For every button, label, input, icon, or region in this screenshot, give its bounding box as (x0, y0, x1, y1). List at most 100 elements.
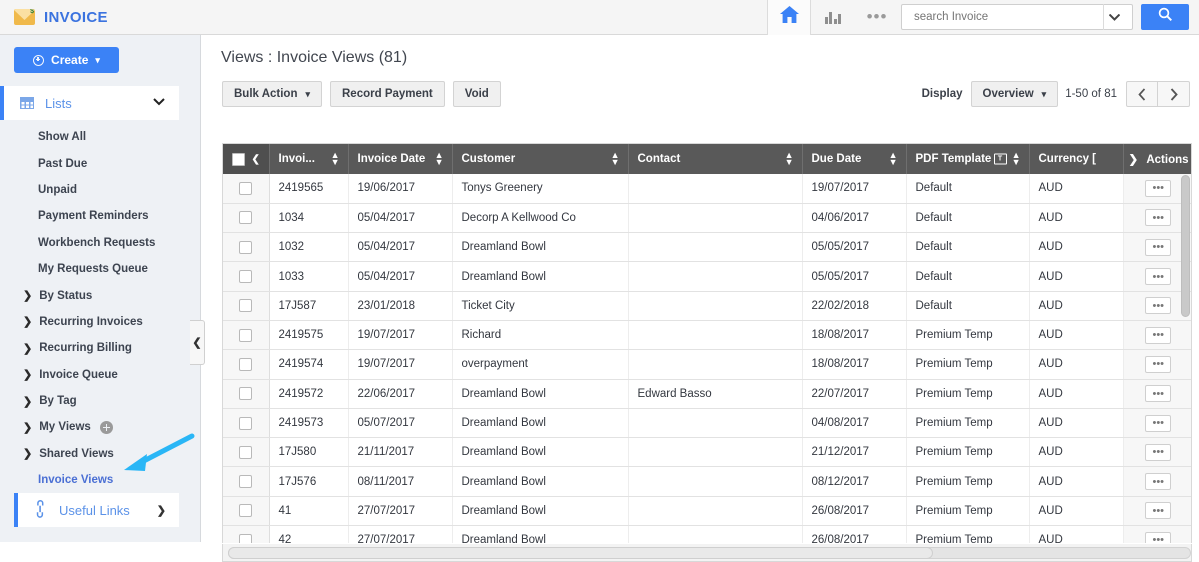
row-action-button[interactable]: ••• (1145, 326, 1172, 344)
row-checkbox[interactable] (239, 270, 253, 284)
sort-updown-icon[interactable]: ▲ ▼ (889, 151, 898, 167)
sidebar-item-by-status[interactable]: ❯ By Status (0, 282, 200, 308)
row-select-cell[interactable] (223, 466, 270, 497)
row-select-cell[interactable] (223, 379, 270, 409)
sidebar-item-recurring-billing[interactable]: ❯ Recurring Billing (0, 335, 200, 361)
table-row[interactable]: 17J587 23/01/2018 Ticket City 22/02/2018… (223, 291, 1191, 321)
row-action-button[interactable]: ••• (1145, 502, 1172, 520)
sidebar-item-invoice-views[interactable]: Invoice Views (0, 467, 200, 493)
row-checkbox[interactable] (239, 328, 253, 342)
column-header-pdf-template[interactable]: PDF Template T ▲ ▼ (906, 144, 1030, 174)
row-action-button[interactable]: ••• (1145, 297, 1172, 315)
row-actions-cell[interactable]: ••• (1123, 408, 1191, 439)
reports-button[interactable] (811, 0, 855, 35)
row-actions-cell[interactable]: ••• (1123, 203, 1191, 234)
row-checkbox[interactable] (239, 416, 253, 430)
create-button[interactable]: Create ▾ (14, 47, 119, 73)
sort-updown-icon[interactable]: ▲ ▼ (331, 151, 340, 167)
prev-page-button[interactable] (1126, 81, 1158, 107)
row-select-cell[interactable] (223, 320, 270, 351)
row-select-cell[interactable] (223, 291, 270, 321)
void-button[interactable]: Void (452, 81, 501, 107)
row-action-button[interactable]: ••• (1145, 238, 1172, 256)
sidebar-panel-lists[interactable]: Lists (0, 86, 179, 120)
sort-updown-icon[interactable]: ▲ ▼ (1012, 151, 1021, 167)
column-header-invoice-date[interactable]: Invoice Date ▲ ▼ (348, 144, 453, 174)
display-mode-select[interactable]: Overview ▾ (970, 81, 1059, 107)
row-actions-cell[interactable]: ••• (1123, 291, 1191, 321)
column-header-invoice-no[interactable]: Invoi... ▲ ▼ (269, 144, 349, 174)
row-checkbox[interactable] (239, 475, 253, 489)
row-checkbox[interactable] (239, 299, 253, 313)
brand-logo[interactable]: $ INVOICE (0, 9, 108, 26)
table-row[interactable]: 42 27/07/2017 Dreamland Bowl 26/08/2017 … (223, 525, 1191, 543)
sidebar-item-my-requests-queue[interactable]: My Requests Queue (0, 256, 200, 282)
row-actions-cell[interactable]: ••• (1123, 496, 1191, 527)
sidebar-panel-useful-links[interactable]: Useful Links ❯ (14, 493, 179, 527)
row-action-button[interactable]: ••• (1145, 473, 1172, 491)
sort-updown-icon[interactable]: ▲ ▼ (785, 151, 794, 167)
bulk-action-button[interactable]: Bulk Action ▾ (222, 81, 322, 107)
row-action-button[interactable]: ••• (1145, 179, 1172, 197)
row-checkbox[interactable] (239, 357, 253, 371)
row-action-button[interactable]: ••• (1145, 443, 1172, 461)
row-actions-cell[interactable]: ••• (1123, 174, 1191, 204)
chevron-right-icon[interactable]: ❯ (157, 504, 166, 517)
row-checkbox[interactable] (239, 211, 253, 225)
search-submit-button[interactable] (1141, 4, 1189, 30)
table-row[interactable]: 2419574 19/07/2017 overpayment 18/08/201… (223, 349, 1191, 380)
table-row[interactable]: 1034 05/04/2017 Decorp A Kellwood Co 04/… (223, 203, 1191, 234)
chevron-left-icon[interactable]: ❮ (252, 154, 260, 165)
row-actions-cell[interactable]: ••• (1123, 466, 1191, 497)
sidebar-collapse-handle[interactable]: ❮ (190, 320, 205, 365)
sidebar-item-unpaid[interactable]: Unpaid (0, 177, 200, 203)
column-header-contact[interactable]: Contact ▲ ▼ (628, 144, 803, 174)
table-row[interactable]: 2419573 05/07/2017 Dreamland Bowl 04/08/… (223, 408, 1191, 439)
more-menu-button[interactable]: ••• (855, 0, 899, 35)
select-all-header[interactable]: ❮ (223, 144, 270, 174)
next-page-button[interactable] (1158, 81, 1190, 107)
chevron-right-icon[interactable]: ❯ (1129, 154, 1139, 166)
home-button[interactable] (767, 0, 811, 35)
row-action-button[interactable]: ••• (1145, 531, 1172, 543)
row-select-cell[interactable] (223, 261, 270, 292)
sidebar-item-past-due[interactable]: Past Due (0, 150, 200, 176)
column-header-due-date[interactable]: Due Date ▲ ▼ (802, 144, 907, 174)
row-actions-cell[interactable]: ••• (1123, 261, 1191, 292)
row-actions-cell[interactable]: ••• (1123, 349, 1191, 380)
sidebar-item-shared-views[interactable]: ❯ Shared Views (0, 441, 200, 467)
row-select-cell[interactable] (223, 496, 270, 527)
sidebar-item-recurring-invoices[interactable]: ❯ Recurring Invoices (0, 309, 200, 335)
sort-updown-icon[interactable]: ▲ ▼ (435, 151, 444, 167)
horizontal-scrollbar-thumb[interactable] (228, 547, 933, 559)
sidebar-item-show-all[interactable]: Show All (0, 124, 200, 150)
row-checkbox[interactable] (239, 240, 253, 254)
row-actions-cell[interactable]: ••• (1123, 437, 1191, 468)
row-action-button[interactable]: ••• (1145, 268, 1172, 286)
row-actions-cell[interactable]: ••• (1123, 525, 1191, 543)
row-checkbox[interactable] (239, 181, 253, 195)
table-row[interactable]: 2419572 22/06/2017 Dreamland Bowl Edward… (223, 379, 1191, 409)
sidebar-item-payment-reminders[interactable]: Payment Reminders (0, 203, 200, 229)
table-row[interactable]: 17J576 08/11/2017 Dreamland Bowl 08/12/2… (223, 466, 1191, 497)
search-input[interactable] (912, 10, 1101, 24)
row-action-button[interactable]: ••• (1145, 385, 1172, 403)
row-select-cell[interactable] (223, 174, 270, 204)
row-actions-cell[interactable]: ••• (1123, 320, 1191, 351)
sidebar-item-by-tag[interactable]: ❯ By Tag (0, 388, 200, 414)
row-select-cell[interactable] (223, 349, 270, 380)
add-view-icon[interactable] (99, 420, 113, 434)
row-checkbox[interactable] (239, 445, 253, 459)
table-row[interactable]: 1033 05/04/2017 Dreamland Bowl 05/05/201… (223, 261, 1191, 292)
row-checkbox[interactable] (239, 504, 253, 518)
row-select-cell[interactable] (223, 408, 270, 439)
row-checkbox[interactable] (239, 387, 253, 401)
row-actions-cell[interactable]: ••• (1123, 232, 1191, 263)
sidebar-item-workbench-requests[interactable]: Workbench Requests (0, 230, 200, 256)
sort-updown-icon[interactable]: ▲ ▼ (611, 151, 620, 167)
column-header-actions[interactable]: ❯ Actions (1123, 144, 1191, 174)
select-all-checkbox[interactable] (231, 152, 245, 166)
table-row[interactable]: 2419565 19/06/2017 Tonys Greenery 19/07/… (223, 174, 1191, 204)
column-header-currency[interactable]: Currency [ (1029, 144, 1124, 174)
row-select-cell[interactable] (223, 203, 270, 234)
